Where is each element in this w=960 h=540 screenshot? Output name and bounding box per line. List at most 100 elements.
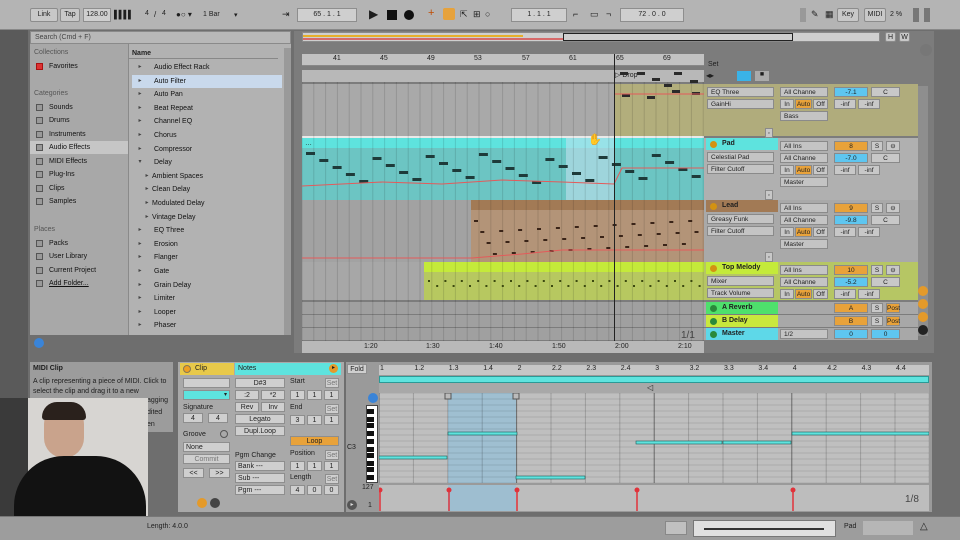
hide-button[interactable]: H [885, 32, 896, 42]
track-title-pad[interactable]: Pad [706, 138, 778, 150]
groove-pool-icon[interactable] [220, 430, 228, 438]
sub-bank-field[interactable]: Sub --- [235, 473, 285, 483]
expand-icon[interactable]: ▸ [135, 306, 145, 319]
output-chooser[interactable]: Master [780, 177, 828, 187]
pan-field[interactable]: C [871, 215, 900, 225]
input-channel-chooser[interactable]: All Channe [780, 215, 828, 225]
end-bar[interactable]: 3 [290, 415, 305, 425]
clip-color-chooser[interactable]: ▾ [183, 390, 230, 400]
clip-loop-icon[interactable] [197, 498, 207, 508]
status-button[interactable] [665, 521, 687, 535]
monitor-auto[interactable]: Auto [795, 289, 812, 299]
expand-icon[interactable]: ▸ [135, 61, 145, 74]
peak-left[interactable]: -inf [834, 227, 856, 237]
legato-button[interactable]: Legato [235, 414, 285, 424]
expand-icon[interactable]: ▸ [135, 292, 145, 305]
browser-item[interactable]: ▸ Vintage Delay [132, 211, 282, 224]
start-beat[interactable]: 1 [307, 390, 322, 400]
punch-out-icon[interactable]: ¬ [606, 9, 611, 19]
returns-toggle-icon[interactable] [918, 312, 928, 322]
browser-item[interactable]: ▸ Compressor [132, 143, 282, 156]
volume-field[interactable]: -7.0 [834, 153, 868, 163]
expand-icon[interactable]: ▸ [135, 238, 145, 251]
expand-icon[interactable]: ▸ [135, 319, 145, 332]
velocity-handle[interactable] [379, 487, 383, 493]
peak-left[interactable]: -inf [834, 99, 856, 109]
parameter-chooser[interactable]: GainHi [707, 99, 774, 109]
solo-button[interactable]: S [871, 303, 883, 313]
piano-black-key[interactable] [367, 431, 374, 436]
status-mini-icons[interactable] [863, 521, 913, 535]
clip-tab[interactable]: Clip [180, 363, 234, 375]
post-button[interactable]: Post [886, 316, 900, 326]
loop-start-field[interactable]: 1 . 1 . 1 [511, 8, 567, 22]
collection-favorites[interactable]: Favorites [30, 60, 128, 73]
track-number[interactable]: 10 [834, 265, 868, 275]
overdub-icon[interactable]: + [428, 7, 434, 19]
play-icon[interactable]: ▶ [369, 7, 378, 21]
browser-item[interactable]: ▸ Phaser [132, 319, 282, 332]
set-label[interactable]: Set [708, 61, 719, 68]
length-sixteenth[interactable]: 0 [324, 485, 339, 495]
track-activator-icon[interactable] [710, 141, 717, 148]
monitor-off[interactable]: Off [813, 289, 828, 299]
browser-item[interactable]: ▸ Auto Pan [132, 88, 282, 101]
input-channel-chooser[interactable]: All Channe [780, 87, 828, 97]
expand-icon[interactable]: ▸ [135, 115, 145, 128]
expand-icon[interactable]: ▸ [135, 75, 145, 88]
peak-left[interactable]: -inf [834, 289, 856, 299]
piano-black-key[interactable] [367, 409, 374, 414]
category-audio-effects[interactable]: Audio Effects [30, 141, 128, 154]
loop-button[interactable]: Loop [290, 436, 339, 446]
note-handle-icon[interactable] [512, 393, 520, 400]
category-drums[interactable]: Drums [30, 114, 128, 127]
signature-denominator[interactable]: 4 [158, 8, 170, 22]
velocity-handle[interactable] [446, 487, 452, 493]
track-title-a-reverb[interactable]: A Reverb [706, 302, 778, 314]
master-volume[interactable]: 0 [834, 329, 868, 339]
track-activator-icon[interactable] [710, 203, 717, 210]
expand-icon[interactable]: ▸ [142, 211, 152, 224]
piano-black-key[interactable] [367, 467, 374, 472]
program-field[interactable]: Pgm --- [235, 485, 285, 495]
midi-note[interactable] [515, 475, 586, 480]
key-map-button[interactable]: Key [837, 8, 859, 22]
expand-icon[interactable]: ▸ [135, 129, 145, 142]
session-record-icon[interactable]: ⇱ [460, 9, 468, 20]
category-instruments[interactable]: Instruments [30, 128, 128, 141]
piano-keyboard[interactable] [366, 405, 378, 483]
input-channel-chooser[interactable]: All Channe [780, 153, 828, 163]
browser-scrollbar[interactable] [284, 48, 291, 335]
expand-icon[interactable]: ▸ [135, 102, 145, 115]
return-letter[interactable]: B [834, 316, 868, 326]
loop-length-field[interactable]: 72 . 0 . 0 [620, 8, 684, 22]
device-fold-icon[interactable]: ◦ [765, 190, 773, 200]
monitor-off[interactable]: Off [813, 165, 828, 175]
parameter-chooser[interactable]: Filter Cutoff [707, 226, 774, 236]
length-bar[interactable]: 4 [290, 485, 305, 495]
expand-icon[interactable]: ▸ [142, 170, 152, 183]
midi-note[interactable] [722, 440, 792, 445]
piano-black-key[interactable] [367, 417, 374, 422]
track-activator-icon[interactable] [710, 265, 717, 272]
draw-automation-icon[interactable] [737, 71, 751, 81]
peak-right[interactable]: -inf [858, 99, 880, 109]
reverse-button[interactable]: Rev [235, 402, 259, 412]
browser-item[interactable]: ▸ Looper [132, 306, 282, 319]
browser-toggle-icon[interactable] [920, 44, 932, 56]
solo-button[interactable]: S [871, 203, 883, 213]
monitor-in[interactable]: In [780, 227, 794, 237]
device-fold-icon[interactable]: ◦ [765, 128, 773, 138]
peak-left[interactable]: -inf [834, 165, 856, 175]
piano-black-key[interactable] [367, 461, 374, 466]
track-activator-icon[interactable] [710, 318, 717, 325]
expand-icon[interactable]: ▸ [142, 183, 152, 196]
velocity-handle[interactable] [514, 487, 520, 493]
browser-help-icon[interactable] [34, 338, 44, 348]
editor-beat-ruler[interactable]: 1 1.2 1.3 1.4 2 2.2 2.3 2.4 3 3.2 3.3 3.4 4 4.2 4.3 4.4 [379, 365, 929, 375]
midi-note[interactable] [447, 431, 518, 436]
volume-field[interactable]: -5.2 [834, 277, 868, 287]
position-sixteenth[interactable]: 1 [324, 461, 339, 471]
solo-button[interactable]: S [871, 141, 883, 151]
place-current-project[interactable]: Current Project [30, 264, 128, 277]
